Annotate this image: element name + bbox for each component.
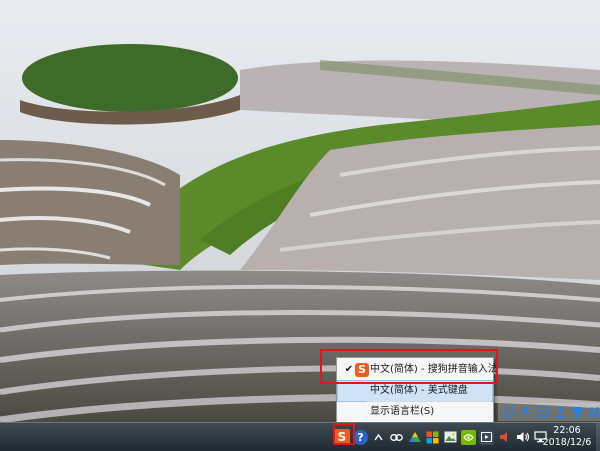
keyboard-icon[interactable] bbox=[536, 405, 550, 419]
system-tray: S ? bbox=[334, 425, 548, 449]
photo-app-icon[interactable] bbox=[443, 430, 458, 445]
expand-arrow-icon[interactable] bbox=[371, 430, 386, 445]
tray-highlight-annotation bbox=[333, 423, 355, 445]
menu-item-label: 中文(简体) - 美式键盘 bbox=[370, 385, 468, 396]
taskbar: S ? 22:06 2018/12/6 bbox=[0, 422, 600, 451]
help-icon[interactable]: ? bbox=[353, 429, 368, 445]
alert-speaker-icon[interactable] bbox=[497, 430, 512, 445]
clock-time: 22:06 bbox=[553, 425, 581, 436]
ime-toolbar bbox=[498, 403, 600, 421]
menu-item-us-keyboard[interactable]: 中文(简体) - 美式键盘 bbox=[337, 380, 493, 402]
microphone-icon[interactable] bbox=[519, 405, 533, 419]
highlight-annotation bbox=[320, 349, 498, 384]
taskbar-clock[interactable]: 22:06 2018/12/6 bbox=[538, 425, 596, 449]
show-desktop-button[interactable] bbox=[596, 423, 600, 451]
menu-item-show-language-bar[interactable]: 显示语言栏(S) bbox=[338, 402, 492, 422]
user-icon[interactable] bbox=[553, 405, 567, 419]
clock-date: 2018/12/6 bbox=[542, 437, 592, 448]
toolbox-grid-icon[interactable] bbox=[587, 405, 600, 419]
menu-item-label: 显示语言栏(S) bbox=[370, 406, 435, 417]
link-icon[interactable] bbox=[389, 430, 404, 445]
volume-icon[interactable] bbox=[515, 430, 530, 445]
drive-triangle-icon[interactable] bbox=[407, 430, 422, 445]
skin-tshirt-icon[interactable] bbox=[570, 405, 584, 419]
emoji-icon[interactable] bbox=[502, 405, 516, 419]
help-glyph: ? bbox=[357, 430, 364, 444]
nvidia-icon[interactable] bbox=[461, 429, 476, 445]
windows-flag-icon[interactable] bbox=[425, 430, 440, 445]
desktop-wallpaper bbox=[0, 0, 600, 422]
media-icon[interactable] bbox=[479, 429, 494, 445]
